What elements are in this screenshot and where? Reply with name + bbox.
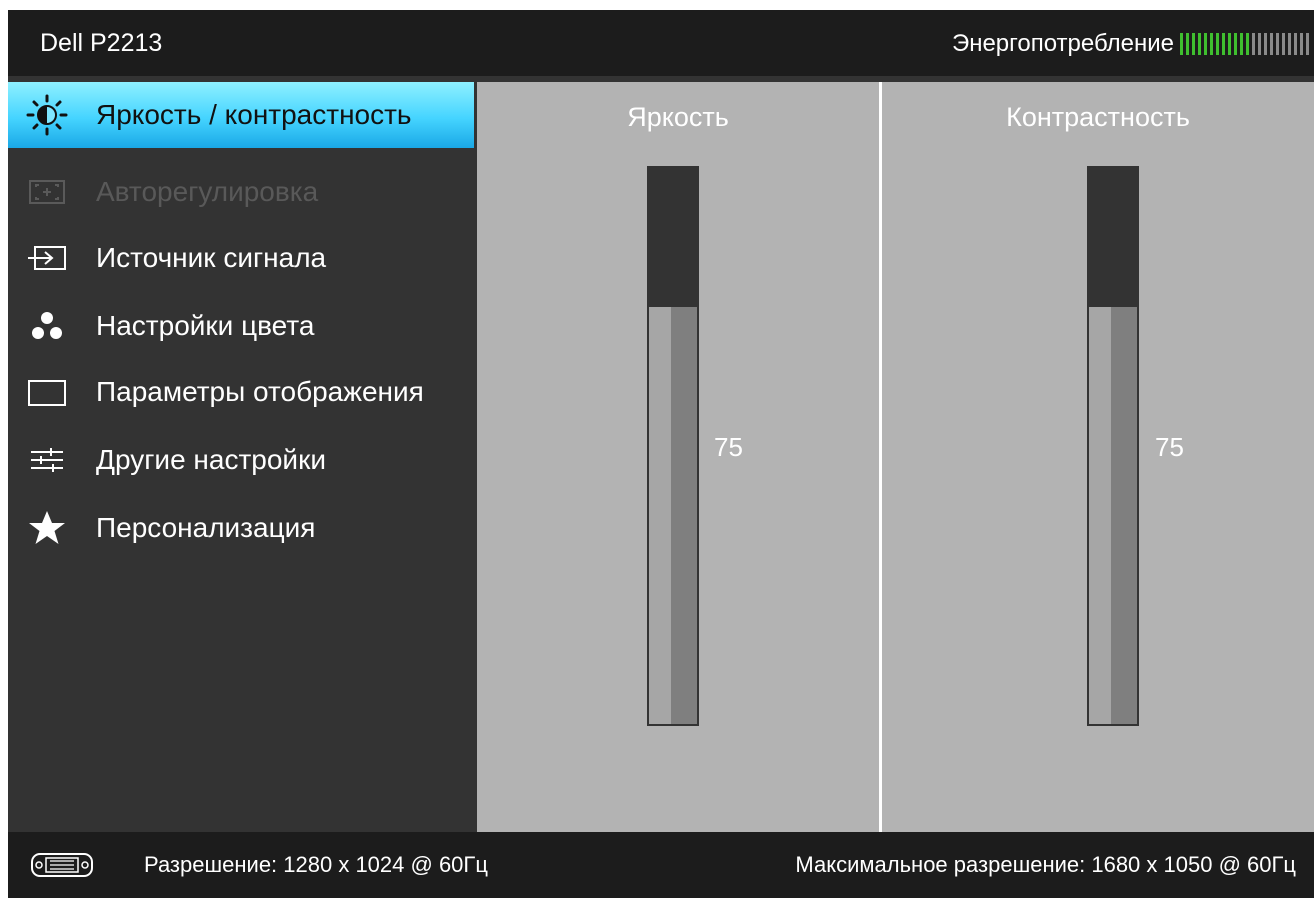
energy-bar	[1264, 33, 1267, 55]
energy-label: Энергопотребление	[951, 30, 1174, 57]
panel-divider	[879, 82, 882, 832]
energy-level-bars	[1180, 32, 1314, 56]
other-settings-icon	[22, 438, 72, 482]
energy-bar	[1198, 33, 1201, 55]
contrast-slider-fill	[1089, 307, 1137, 724]
energy-bar	[1204, 33, 1207, 55]
osd-main-menu: Яркость / контрастность Авторегулировка	[8, 82, 474, 832]
energy-bar	[1252, 33, 1255, 55]
brightness-slider-fill	[649, 307, 697, 724]
energy-bar	[1306, 33, 1309, 55]
energy-bar	[1240, 33, 1243, 55]
osd-footer: Разрешение: 1280 x 1024 @ 60Гц Максималь…	[8, 832, 1314, 898]
input-source-icon	[22, 236, 72, 280]
brightness-title: Яркость	[627, 102, 729, 132]
monitor-osd-menu: Dell P2213 Энергопотребление Яркость / к…	[8, 10, 1314, 898]
menu-item-other-settings[interactable]: Другие настройки	[8, 428, 474, 492]
contrast-value: 75	[1155, 432, 1184, 462]
menu-item-brightness-contrast[interactable]: Яркость / контрастность	[8, 82, 474, 148]
menu-item-display-settings[interactable]: Параметры отображения	[8, 360, 474, 424]
menu-label-input-source: Источник сигнала	[96, 242, 327, 273]
menu-label-other-settings: Другие настройки	[96, 444, 326, 475]
energy-bar	[1300, 33, 1303, 55]
energy-bar	[1228, 33, 1231, 55]
menu-item-color-settings[interactable]: Настройки цвета	[8, 294, 474, 358]
brightness-contrast-icon	[22, 93, 72, 137]
star-icon	[22, 506, 72, 550]
menu-item-personalize[interactable]: Персонализация	[8, 496, 474, 560]
contrast-slider[interactable]	[1087, 166, 1139, 726]
energy-bar	[1282, 33, 1285, 55]
energy-bar	[1192, 33, 1195, 55]
energy-bar	[1294, 33, 1297, 55]
osd-header: Dell P2213 Энергопотребление	[8, 10, 1314, 76]
energy-bar	[1210, 33, 1213, 55]
menu-label-brightness-contrast: Яркость / контрастность	[96, 99, 412, 130]
energy-bar	[1216, 33, 1219, 55]
energy-bar	[1180, 33, 1183, 55]
energy-bar	[1258, 33, 1261, 55]
menu-label-display-settings: Параметры отображения	[96, 376, 424, 407]
energy-bar	[1186, 33, 1189, 55]
brightness-value: 75	[714, 432, 743, 462]
menu-label-personalize: Персонализация	[96, 512, 316, 543]
energy-bar	[1270, 33, 1273, 55]
brightness-contrast-panel: Яркость 75 Контрастность 75	[477, 82, 1314, 832]
menu-item-auto-adjust[interactable]: Авторегулировка	[8, 160, 474, 224]
energy-bar	[1234, 33, 1237, 55]
contrast-title: Контрастность	[1006, 102, 1190, 132]
brightness-slider[interactable]	[647, 166, 699, 726]
energy-meter: Энергопотребление	[952, 29, 1314, 59]
menu-label-auto-adjust: Авторегулировка	[96, 176, 319, 207]
energy-bar	[1276, 33, 1279, 55]
menu-item-input-source[interactable]: Источник сигнала	[8, 226, 474, 290]
auto-adjust-icon	[22, 170, 72, 214]
color-settings-icon	[22, 304, 72, 348]
dvi-connector-icon	[30, 852, 94, 878]
current-resolution: Разрешение: 1280 x 1024 @ 60Гц	[144, 852, 488, 877]
display-settings-icon	[22, 370, 72, 414]
energy-bar	[1222, 33, 1225, 55]
energy-bar	[1288, 33, 1291, 55]
monitor-model-title: Dell P2213	[40, 29, 163, 57]
energy-bar	[1246, 33, 1249, 55]
max-resolution: Максимальное разрешение: 1680 x 1050 @ 6…	[795, 852, 1296, 877]
menu-label-color-settings: Настройки цвета	[96, 310, 315, 341]
